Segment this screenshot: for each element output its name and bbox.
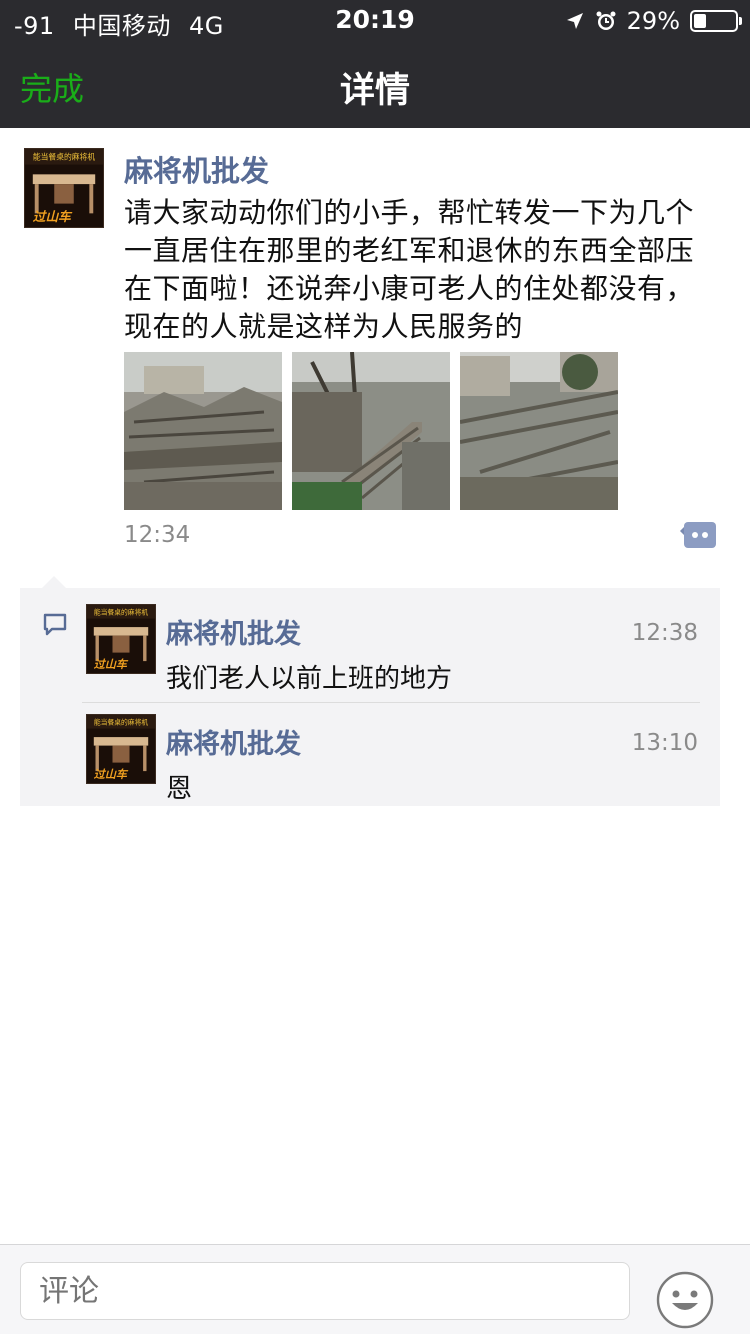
alarm-icon bbox=[596, 11, 616, 30]
more-dots-icon bbox=[680, 522, 716, 548]
post-text: 请大家动动你们的小手，帮忙转发一下为几个一直居住在那里的老红军和退休的东西全部压… bbox=[124, 196, 695, 343]
comment-text: 恩 bbox=[166, 774, 193, 804]
avatar-banner-text: 能当餐桌的麻将机 bbox=[33, 152, 96, 162]
comment-author-avatar[interactable]: 能当餐桌的麻将机 过山车 bbox=[86, 714, 156, 784]
battery-icon bbox=[690, 10, 742, 32]
comment-input-bar bbox=[0, 1244, 750, 1334]
page-title: 详情 bbox=[339, 71, 410, 111]
smiley-icon bbox=[656, 1271, 714, 1329]
post-author-name[interactable]: 麻将机批发 bbox=[124, 148, 269, 190]
comment-input[interactable] bbox=[20, 1262, 630, 1320]
comment-item[interactable]: 能当餐桌的麻将机 过山车 麻将机批发 13:10 恩 bbox=[86, 714, 720, 804]
avatar-banner-text: 能当餐桌的麻将机 bbox=[94, 607, 149, 616]
avatar-banner-text: 能当餐桌的麻将机 bbox=[94, 717, 149, 726]
post-photo[interactable] bbox=[292, 352, 450, 510]
post-photo[interactable] bbox=[124, 352, 282, 510]
post-photo-grid bbox=[124, 352, 628, 510]
comment-divider bbox=[82, 702, 700, 703]
comment-author-name[interactable]: 麻将机批发 bbox=[166, 612, 301, 651]
post-photo[interactable] bbox=[460, 352, 618, 510]
top-bar: -91 中国移动 4G 20:19 29% 完成 详情 bbox=[0, 0, 750, 128]
comment-text: 我们老人以前上班的地方 bbox=[166, 664, 453, 694]
avatar-slogan-text: 过山车 bbox=[94, 768, 129, 781]
location-icon bbox=[566, 13, 583, 29]
avatar-slogan-text: 过山车 bbox=[33, 209, 73, 224]
avatar-slogan-text: 过山车 bbox=[94, 658, 129, 671]
comment-icon bbox=[42, 612, 68, 638]
post-timestamp: 12:34 bbox=[124, 522, 191, 548]
comments-section: 能当餐桌的麻将机 过山车 麻将机批发 12:38 我们老人以前上班的地方 能当餐… bbox=[20, 576, 720, 806]
comment-timestamp: 12:38 bbox=[631, 620, 698, 646]
comment-author-name[interactable]: 麻将机批发 bbox=[166, 722, 301, 761]
post-author-avatar[interactable]: 能当餐桌的麻将机 过山车 bbox=[24, 148, 104, 228]
emoji-button[interactable] bbox=[656, 1271, 714, 1329]
comment-item[interactable]: 能当餐桌的麻将机 过山车 麻将机批发 12:38 我们老人以前上班的地方 bbox=[86, 604, 720, 694]
comment-like-menu-button[interactable] bbox=[680, 520, 716, 550]
status-bar: -91 中国移动 4G 20:19 29% bbox=[0, 0, 750, 40]
comment-timestamp: 13:10 bbox=[631, 730, 698, 756]
status-right: 29% bbox=[555, 6, 742, 36]
comment-author-avatar[interactable]: 能当餐桌的麻将机 过山车 bbox=[86, 604, 156, 674]
battery-percent: 29% bbox=[626, 7, 680, 35]
